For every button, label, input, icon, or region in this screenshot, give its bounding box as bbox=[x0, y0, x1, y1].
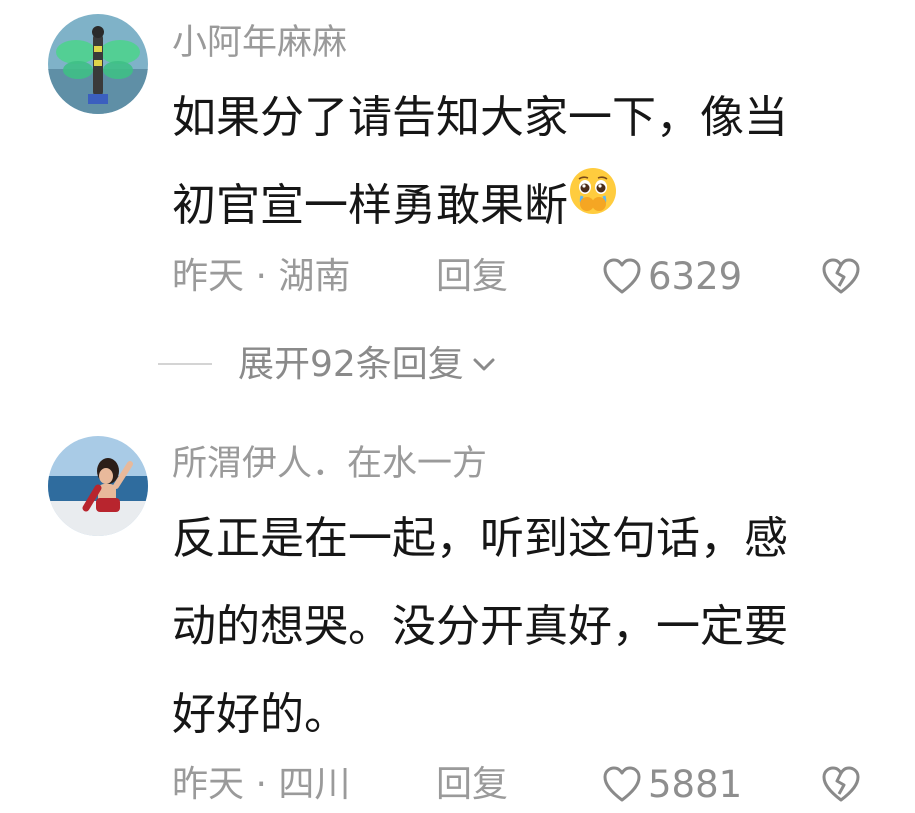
comment-text-line: 动的想哭。没分开真好，一定要 bbox=[172, 601, 788, 652]
reply-button[interactable]: 回复 bbox=[436, 252, 508, 302]
comment-location: 湖南 bbox=[278, 256, 351, 297]
comment-text: 如果分了请告知大家一下，像当 初官宣一样勇敢果断 bbox=[172, 74, 788, 250]
comment-meta: 昨天 · 湖南 回复 6329 bbox=[172, 252, 872, 302]
comment-time-location: 昨天 · 湖南 bbox=[172, 252, 350, 302]
comment-time-location: 昨天 · 四川 bbox=[172, 760, 350, 810]
dislike-button[interactable] bbox=[820, 256, 862, 310]
pleading-face-hands-over-mouth-emoji bbox=[568, 158, 618, 246]
comment-meta: 昨天 · 四川 回复 5881 bbox=[172, 760, 872, 810]
meta-separator: · bbox=[255, 764, 267, 805]
user-avatar[interactable] bbox=[48, 436, 148, 536]
user-avatar[interactable] bbox=[48, 14, 148, 114]
comment-username[interactable]: 所渭伊人．在水一方 bbox=[172, 447, 487, 482]
comment-text-line: 反正是在一起，听到这句话，感 bbox=[172, 513, 788, 564]
comment-text-line: 如果分了请告知大家一下，像当 bbox=[172, 92, 788, 143]
chevron-down-icon bbox=[473, 358, 495, 371]
meta-separator: · bbox=[255, 256, 267, 297]
comment-text-line-text: 初官宣一样勇敢果断 bbox=[172, 180, 568, 231]
comment-list: 小阿年麻麻 如果分了请告知大家一下，像当 初官宣一样勇敢果断 昨天 · 湖南 回… bbox=[0, 0, 915, 813]
dislike-button[interactable] bbox=[820, 764, 862, 813]
heart-outline-icon bbox=[603, 766, 641, 802]
comment-text-line: 好好的。 bbox=[172, 689, 348, 740]
like-button[interactable]: 6329 bbox=[602, 252, 742, 303]
like-button[interactable]: 5881 bbox=[602, 760, 742, 811]
comment-username[interactable]: 小阿年麻麻 bbox=[172, 26, 347, 61]
reply-button[interactable]: 回复 bbox=[436, 760, 508, 810]
like-count: 6329 bbox=[648, 255, 743, 298]
comment-location: 四川 bbox=[278, 764, 351, 805]
comment-text: 反正是在一起，听到这句话，感 动的想哭。没分开真好，一定要 好好的。 bbox=[172, 495, 788, 759]
comment-time: 昨天 bbox=[172, 256, 245, 297]
divider-line bbox=[158, 363, 212, 365]
comment-text-line: 初官宣一样勇敢果断 bbox=[172, 162, 788, 250]
comment-time: 昨天 bbox=[172, 764, 245, 805]
expand-replies-label: 展开92条回复 bbox=[238, 344, 464, 385]
expand-replies-button[interactable]: 展开92条回复 bbox=[158, 340, 498, 390]
broken-heart-icon bbox=[822, 766, 860, 802]
heart-outline-icon bbox=[603, 258, 641, 294]
like-count: 5881 bbox=[648, 763, 743, 806]
broken-heart-icon bbox=[822, 258, 860, 294]
